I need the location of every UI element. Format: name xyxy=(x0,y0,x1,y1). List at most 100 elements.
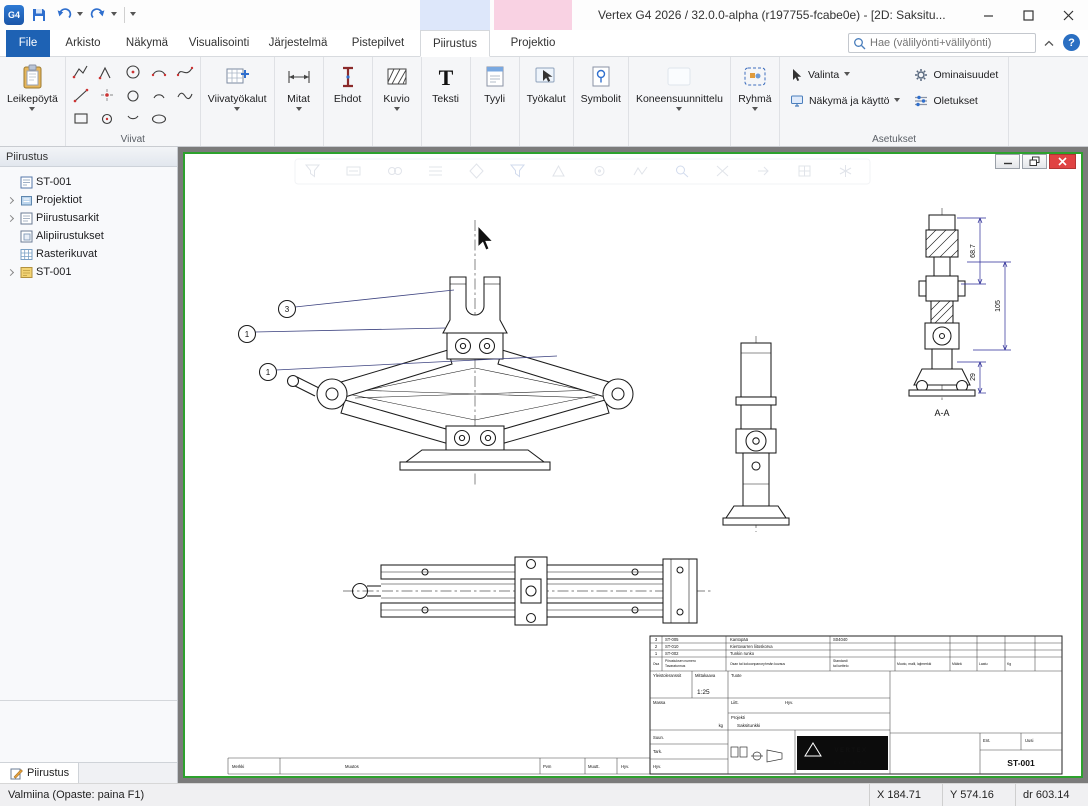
hatch-icon xyxy=(382,62,412,92)
undo-button[interactable] xyxy=(54,4,74,26)
tyyli-button[interactable]: Tyyli xyxy=(473,60,517,131)
tyokalut-button[interactable]: Työkalut xyxy=(522,60,571,131)
valinta-button[interactable]: Valinta xyxy=(790,68,901,82)
mdi-window-controls xyxy=(995,154,1076,169)
undo-caret-icon[interactable] xyxy=(77,12,83,19)
tab-pistepilvet[interactable]: Pistepilvet xyxy=(340,30,416,57)
ominaisuudet-button[interactable]: Ominaisuudet xyxy=(914,68,998,82)
tab-arkisto[interactable]: Arkisto xyxy=(54,30,112,57)
help-button[interactable]: ? xyxy=(1063,34,1080,51)
point-tool-button[interactable] xyxy=(94,83,120,106)
ribbon-tab-row: File Arkisto Näkymä Visualisointi Järjes… xyxy=(0,30,1088,57)
bottom-tab-piirustus[interactable]: Piirustus xyxy=(0,763,79,783)
tab-piirustus[interactable]: Piirustus xyxy=(420,30,490,57)
tab-visualisointi[interactable]: Visualisointi xyxy=(182,30,256,57)
tree-item-st001-sheet[interactable]: ST-001 xyxy=(0,173,177,191)
minimize-button[interactable] xyxy=(968,0,1008,30)
drawing-canvas[interactable]: 3 1 1 xyxy=(185,154,1081,776)
circle-dot-tool-button[interactable] xyxy=(94,106,120,129)
search-input[interactable] xyxy=(870,37,1031,49)
mdi-minimize-button[interactable] xyxy=(995,154,1020,169)
dropdown-caret-icon xyxy=(296,107,302,114)
arc-down-tool-button[interactable] xyxy=(120,106,146,129)
svg-text:Yleistoleranssit: Yleistoleranssit xyxy=(653,673,682,678)
svg-text:Kantopää: Kantopää xyxy=(730,637,749,642)
svg-text:3: 3 xyxy=(655,637,658,642)
ryhma-button[interactable]: Ryhmä xyxy=(733,60,777,131)
tree-item-alipiirustukset[interactable]: Alipiirustukset xyxy=(0,227,177,245)
tree-item-st001-assembly[interactable]: ST-001 xyxy=(0,263,177,281)
koneensuunnittelu-button[interactable]: Koneensuunnittelu xyxy=(631,60,728,131)
arc-tool-button[interactable] xyxy=(146,60,172,83)
search-icon xyxy=(853,37,866,50)
nakyma-ja-kaytto-button[interactable]: Näkymä ja käyttö xyxy=(790,94,901,108)
search-box[interactable] xyxy=(848,33,1036,53)
ribbon-group-tyyli: Tyyli xyxy=(471,57,520,146)
svg-text:ST-005: ST-005 xyxy=(665,637,679,642)
expand-chevron-icon[interactable] xyxy=(5,213,16,224)
drawing-window: 3 1 1 xyxy=(183,152,1083,778)
tree-item-projektiot[interactable]: Projektiot xyxy=(0,191,177,209)
teksti-button[interactable]: T Teksti xyxy=(424,60,468,131)
svg-text:Tunkin runko: Tunkin runko xyxy=(730,651,755,656)
section-view: A-A xyxy=(909,208,975,418)
leikepoyta-button[interactable]: Leikepöytä xyxy=(2,60,63,131)
svg-text:Ent.: Ent. xyxy=(983,738,990,743)
mdi-close-button[interactable] xyxy=(1049,154,1076,169)
tree-item-rasterikuvat[interactable]: Rasterikuvat xyxy=(0,245,177,263)
maximize-button[interactable] xyxy=(1008,0,1048,30)
customize-toolbar-caret-icon[interactable] xyxy=(130,12,136,19)
tab-file[interactable]: File xyxy=(6,30,50,57)
expand-chevron-icon[interactable] xyxy=(5,267,16,278)
ehdot-button[interactable]: Ehdot xyxy=(326,60,370,131)
kuvio-button[interactable]: Kuvio xyxy=(375,60,419,131)
window-title: Vertex G4 2026 / 32.0.0-alpha (r197755-f… xyxy=(598,0,946,30)
svg-text:Pvm: Pvm xyxy=(543,764,552,769)
dropdown-caret-icon xyxy=(29,107,35,114)
contextual-tab-highlight-projektio xyxy=(494,0,572,30)
redo-button[interactable] xyxy=(88,4,108,26)
svg-text:ST-010: ST-010 xyxy=(665,644,679,649)
symbolit-button[interactable]: Symbolit xyxy=(576,60,626,131)
tab-jarjestelma[interactable]: Järjestelmä xyxy=(260,30,336,57)
circle-center-tool-button[interactable] xyxy=(120,60,146,83)
wave-tool-button[interactable] xyxy=(172,83,198,106)
polyline-tool-button[interactable] xyxy=(68,60,94,83)
arc-3point-tool-button[interactable] xyxy=(146,83,172,106)
redo-caret-icon[interactable] xyxy=(111,12,117,19)
ribbon-group-asetukset: Valinta Näkymä ja käyttö Ominaisuudet Ol… xyxy=(780,57,1009,146)
tree-item-piirustusarkit[interactable]: Piirustusarkit xyxy=(0,209,177,227)
svg-text:Hyv.: Hyv. xyxy=(621,764,629,769)
ghost-toolbar xyxy=(295,159,870,184)
rectangle-tool-button[interactable] xyxy=(68,106,94,129)
app-logo[interactable]: G4 xyxy=(4,5,24,25)
svg-text:29: 29 xyxy=(970,373,977,381)
expand-chevron-icon[interactable] xyxy=(5,195,16,206)
tab-projektio[interactable]: Projektio xyxy=(494,30,572,57)
collapse-ribbon-button[interactable] xyxy=(1040,35,1058,51)
ribbon-group-koneensuunnittelu: Koneensuunnittelu xyxy=(629,57,731,146)
viivatyokalut-button[interactable]: Viivatyökalut xyxy=(203,60,272,131)
monitor-icon xyxy=(790,94,804,108)
window-controls xyxy=(968,0,1088,30)
status-message: Valmiina (Opaste: paina F1) xyxy=(0,789,869,801)
spline-tool-button[interactable] xyxy=(172,60,198,83)
line-tool-button[interactable] xyxy=(68,83,94,106)
ribbon-group-label-asetukset: Asetukset xyxy=(780,134,1008,145)
mdi-restore-button[interactable] xyxy=(1022,154,1047,169)
zigzag-line-tool-button[interactable] xyxy=(94,60,120,83)
mitat-button[interactable]: Mitat xyxy=(277,60,321,131)
ribbon-group-ryhma: Ryhmä xyxy=(731,57,780,146)
save-button[interactable] xyxy=(29,4,49,26)
ellipse-tool-button[interactable] xyxy=(146,106,172,129)
svg-text:Muoto, malli, lajimerkki: Muoto, malli, lajimerkki xyxy=(897,662,932,666)
group-icon xyxy=(740,62,770,92)
close-button[interactable] xyxy=(1048,0,1088,30)
ribbon-group-viivatyokalut: Viivatyökalut xyxy=(201,57,275,146)
svg-text:Massa: Massa xyxy=(653,700,666,705)
save-icon xyxy=(31,7,47,23)
circle-tool-button[interactable] xyxy=(120,83,146,106)
tab-nakyma[interactable]: Näkymä xyxy=(116,30,178,57)
oletukset-button[interactable]: Oletukset xyxy=(914,94,998,108)
ribbon: Leikepöytä Viivat Viivatyökalut xyxy=(0,57,1088,147)
